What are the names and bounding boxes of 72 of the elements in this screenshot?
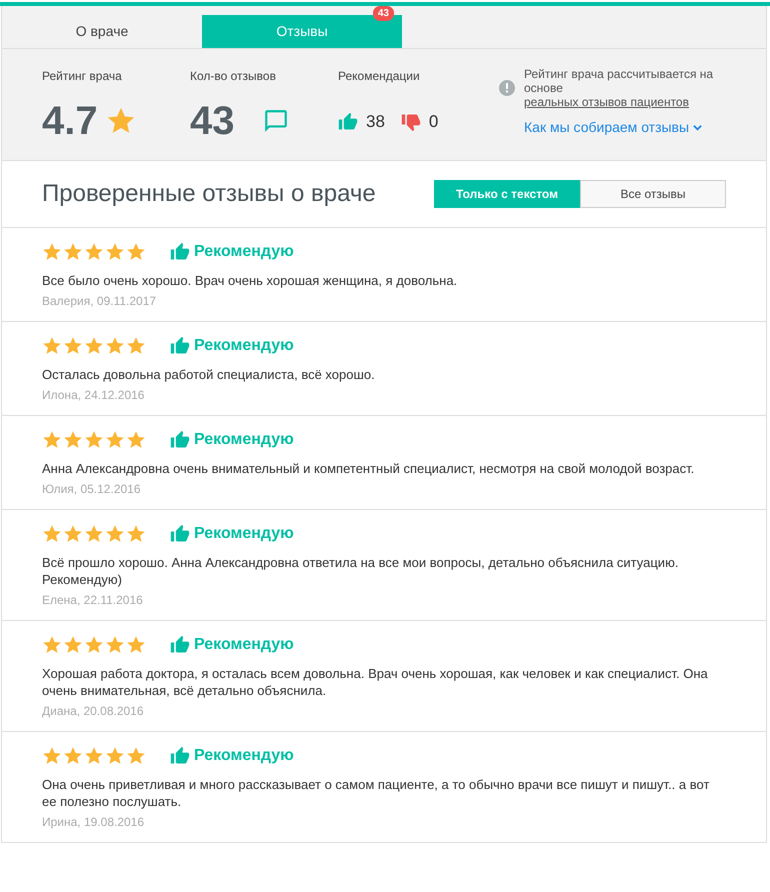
star-icon — [84, 746, 104, 766]
star-icon — [126, 430, 146, 450]
star-icon — [84, 242, 104, 262]
section-title: Проверенные отзывы о враче — [42, 180, 376, 209]
review-author: Илона, 24.12.2016 — [42, 386, 146, 404]
review-author: Диана, 20.08.2016 — [42, 702, 145, 720]
star-icon — [63, 430, 83, 450]
thumbs-up-icon — [170, 524, 190, 544]
count-badge: 43 — [372, 6, 394, 21]
dislikes-count: 0 — [428, 111, 438, 133]
filter-tab[interactable]: Все отзывы — [580, 180, 726, 208]
star-icon — [63, 634, 83, 655]
star-icon — [105, 634, 125, 655]
thumbs-up-icon — [170, 430, 190, 450]
review-text: Она очень приветливая и много рассказывает о самом пациенте, а то обычно врачи все пишут и пишут.. а вот ее полезно послушать. — [42, 776, 710, 810]
star-icon — [84, 336, 104, 356]
star-icon — [105, 430, 125, 450]
star-icon — [63, 746, 83, 766]
review-author: Юлия, 05.12.2016 — [42, 480, 142, 498]
star-icon — [105, 336, 125, 356]
review-author: Валерия, 09.11.2017 — [42, 292, 158, 310]
review-text: Всё прошло хорошо. Анна Александровна ответила на все мои вопросы, детально объяснила ситуацию. Рекомендую) — [42, 554, 680, 588]
comment-icon — [262, 108, 288, 134]
star-icon — [84, 634, 104, 655]
recommend-label: Рекомендую — [194, 336, 294, 356]
tab[interactable]: О враче — [2, 15, 202, 48]
info-icon — [498, 79, 516, 97]
recommend-label: Рекомендую — [194, 430, 294, 450]
star-icon — [105, 746, 125, 766]
stat-label: Кол-во отзывов — [190, 68, 277, 85]
star-icon — [63, 524, 83, 544]
star-icon — [126, 746, 146, 766]
thumbs-up-icon — [170, 634, 190, 655]
star-icon — [63, 242, 83, 262]
review-text: Все было очень хорошо. Врач очень хорошая женщина, я довольна. — [42, 272, 458, 289]
recommend-label: Рекомендую — [194, 242, 294, 262]
thumbs-down-icon — [400, 112, 421, 132]
star-icon — [84, 430, 104, 450]
star-icon — [42, 746, 62, 766]
stat-label: Рекомендации — [338, 68, 421, 85]
star-icon — [84, 524, 104, 544]
star-icon — [126, 634, 146, 655]
star-icon — [42, 634, 62, 655]
info-link[interactable]: реальных отзывов пациентов — [524, 95, 689, 109]
recommend-label: Рекомендую — [194, 634, 294, 655]
review-author: Ирина, 19.08.2016 — [42, 814, 146, 831]
star-icon — [63, 336, 83, 356]
star-icon — [105, 242, 125, 262]
star-icon — [126, 242, 146, 262]
info-text: Рейтинг врача рассчитывается на основе реальных отзывов пациентов — [524, 67, 714, 109]
rating-value: 4.7 — [42, 101, 98, 141]
review-author: Елена, 22.11.2016 — [42, 592, 144, 609]
recommend-label: Рекомендую — [194, 524, 294, 544]
star-icon — [105, 524, 125, 544]
thumbs-up-icon — [170, 336, 190, 356]
star-icon — [126, 336, 146, 356]
chevron-icon — [693, 123, 702, 132]
thumbs-up-icon — [170, 746, 190, 766]
review-count: 43 — [190, 101, 234, 141]
star-icon — [42, 242, 62, 262]
thumbs-up-icon — [170, 242, 190, 262]
star-icon — [42, 524, 62, 544]
stat-label: Рейтинг врача — [42, 68, 123, 85]
star-icon — [126, 524, 146, 544]
thumbs-up-icon — [338, 112, 358, 132]
star-icon — [42, 430, 62, 450]
likes-count: 38 — [366, 111, 385, 133]
review-text: Осталась довольна работой специалиста, всё хорошо. — [42, 366, 376, 383]
star-icon — [42, 336, 62, 356]
review-text: Хорошая работа доктора, я осталась всем довольна. Врач очень хорошая, как человек и как специалист. Она очень внимательная, всё детально объяснила. — [42, 664, 709, 699]
recommend-label: Рекомендую — [194, 746, 294, 766]
review-text: Анна Александровна очень внимательный и компетентный специалист, несмотря на свой молодой возраст. — [42, 460, 696, 477]
